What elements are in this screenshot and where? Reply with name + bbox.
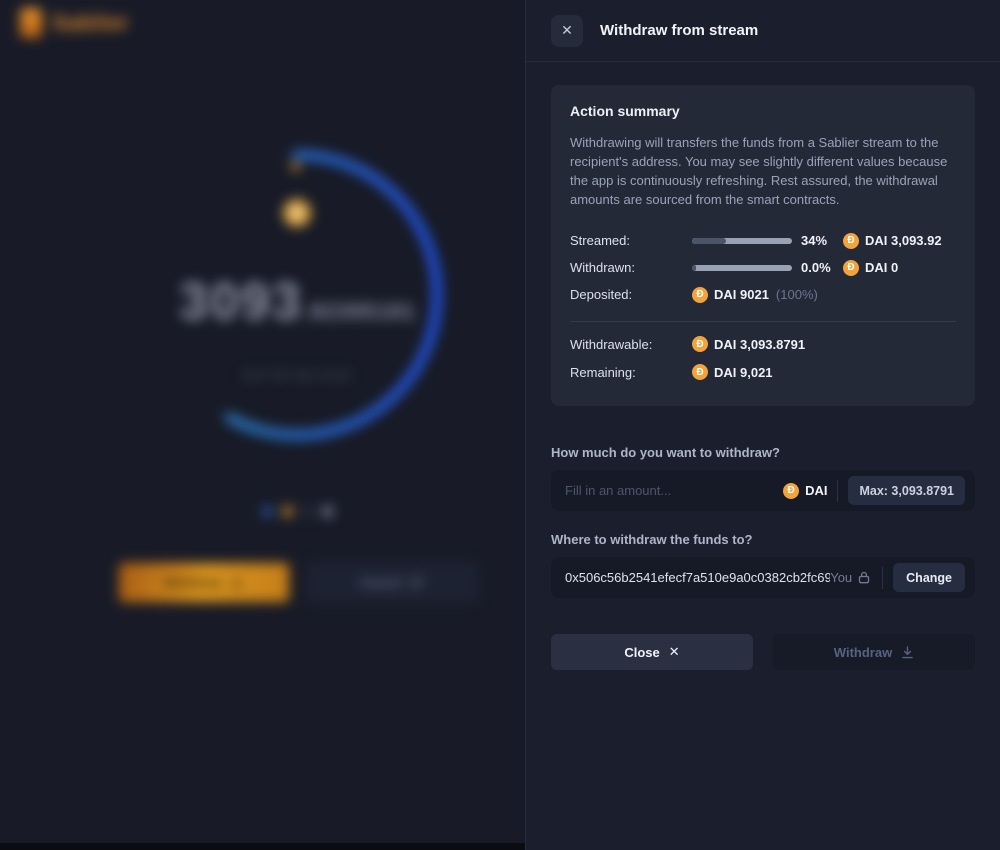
sablier-logo: Sablier [20,8,129,38]
sablier-wordmark: Sablier [52,10,129,36]
streamed-amount-caption: OUT OF DAI 9,021 [0,370,525,382]
dai-icon: Đ [692,287,708,303]
remaining-row: Remaining: Đ DAI 9,021 [570,358,956,386]
dai-icon: Đ [783,483,799,499]
remaining-amount: DAI 9,021 [714,365,773,380]
address-input-row: You Change [551,557,975,598]
input-divider [837,480,838,502]
close-icon: ✕ [561,22,573,39]
action-summary-description: Withdrawing will transfers the funds fro… [570,134,956,209]
withdrawn-row: Withdrawn: 0.0% Đ DAI 0 [570,254,956,281]
amount-section-label: How much do you want to withdraw? [551,445,975,460]
action-summary-card: Action summary Withdrawing will transfer… [551,85,975,406]
background-action-buttons: Withdraw Cancel [0,563,525,602]
deposited-row: Deposited: Đ DAI 9021 (100%) [570,281,956,308]
you-tag: You [830,570,870,585]
token-tag: Đ DAI [783,483,827,499]
deposited-label: Deposited: [570,287,692,302]
cancel-icon [410,576,423,589]
streamed-label: Streamed: [570,233,692,248]
view-pager-dots [0,506,525,517]
streamed-progress-fill [692,238,726,244]
pager-dot-gray [322,506,333,517]
streamed-progress-bar [692,238,792,244]
withdraw-panel: ✕ Withdraw from stream Action summary Wi… [525,0,1000,850]
app-root: Sablier Đ 3093.92395181 [0,0,1000,850]
withdrawable-row: Withdrawable: Đ DAI 3,093.8791 [570,330,956,358]
background-withdraw-label: Withdraw [164,575,222,590]
background-cancel-label: Cancel [360,575,403,590]
streamed-amount-fraction: .92395181 [303,299,416,324]
background-page: Sablier Đ 3093.92395181 [0,0,525,850]
token-name: DAI [805,483,827,498]
footer-close-button[interactable]: Close ✕ [551,634,753,670]
lock-icon [858,571,870,584]
withdrawn-progress-bar [692,265,792,271]
background-withdraw-button: Withdraw [119,563,289,602]
summary-divider [570,321,956,322]
dai-icon: Đ [692,336,708,352]
dai-icon: Đ [843,260,859,276]
withdrawn-label: Withdrawn: [570,260,692,275]
pager-dot-dim [302,506,313,517]
download-icon [901,646,914,659]
withdrawn-progress-fill [692,265,696,271]
input-divider [882,567,883,589]
address-input[interactable] [565,570,830,585]
panel-title: Withdraw from stream [600,22,758,39]
background-footer-strip [0,843,525,850]
streamed-row: Streamed: 34% Đ DAI 3,093.92 [570,227,956,254]
background-cancel-button: Cancel [307,563,477,602]
download-icon [230,576,243,589]
address-section-label: Where to withdraw the funds to? [551,532,975,547]
footer-withdraw-button[interactable]: Withdraw [773,634,975,670]
max-button[interactable]: Max: 3,093.8791 [848,476,965,505]
streamed-amount-display: 3093.92395181 [0,272,525,332]
streamed-percent: 34% [801,233,843,248]
change-address-button[interactable]: Change [893,563,965,592]
streamed-amount: DAI 3,093.92 [865,233,942,248]
streamed-amount-integer: 3093 [179,273,303,331]
amount-input-row: Đ DAI Max: 3,093.8791 [551,470,975,511]
panel-header: ✕ Withdraw from stream [526,0,1000,62]
action-summary-heading: Action summary [570,103,956,119]
pager-dot-blue [262,506,273,517]
panel-footer: Close ✕ Withdraw [551,634,975,670]
panel-body: Action summary Withdrawing will transfer… [526,62,1000,670]
dai-coin-icon: Đ [283,199,311,227]
amount-input[interactable] [565,483,783,498]
withdrawn-percent: 0.0% [801,260,843,275]
dai-icon: Đ [843,233,859,249]
dai-icon: Đ [692,364,708,380]
deposited-amount: DAI 9021 [714,287,769,302]
footer-close-label: Close [624,645,659,660]
close-panel-button[interactable]: ✕ [551,15,583,47]
pager-dot-orange [282,506,293,517]
remaining-label: Remaining: [570,365,692,380]
deposited-percent-note: (100%) [776,287,818,302]
withdrawn-amount: DAI 0 [865,260,898,275]
withdrawable-amount: DAI 3,093.8791 [714,337,805,352]
stream-marker-dot [291,162,300,171]
you-label: You [830,570,852,585]
background-blur-layer: Sablier Đ 3093.92395181 [0,0,525,850]
sablier-hourglass-icon [20,8,42,38]
close-x-icon: ✕ [669,644,680,660]
withdrawable-label: Withdrawable: [570,337,692,352]
footer-withdraw-label: Withdraw [834,645,892,660]
